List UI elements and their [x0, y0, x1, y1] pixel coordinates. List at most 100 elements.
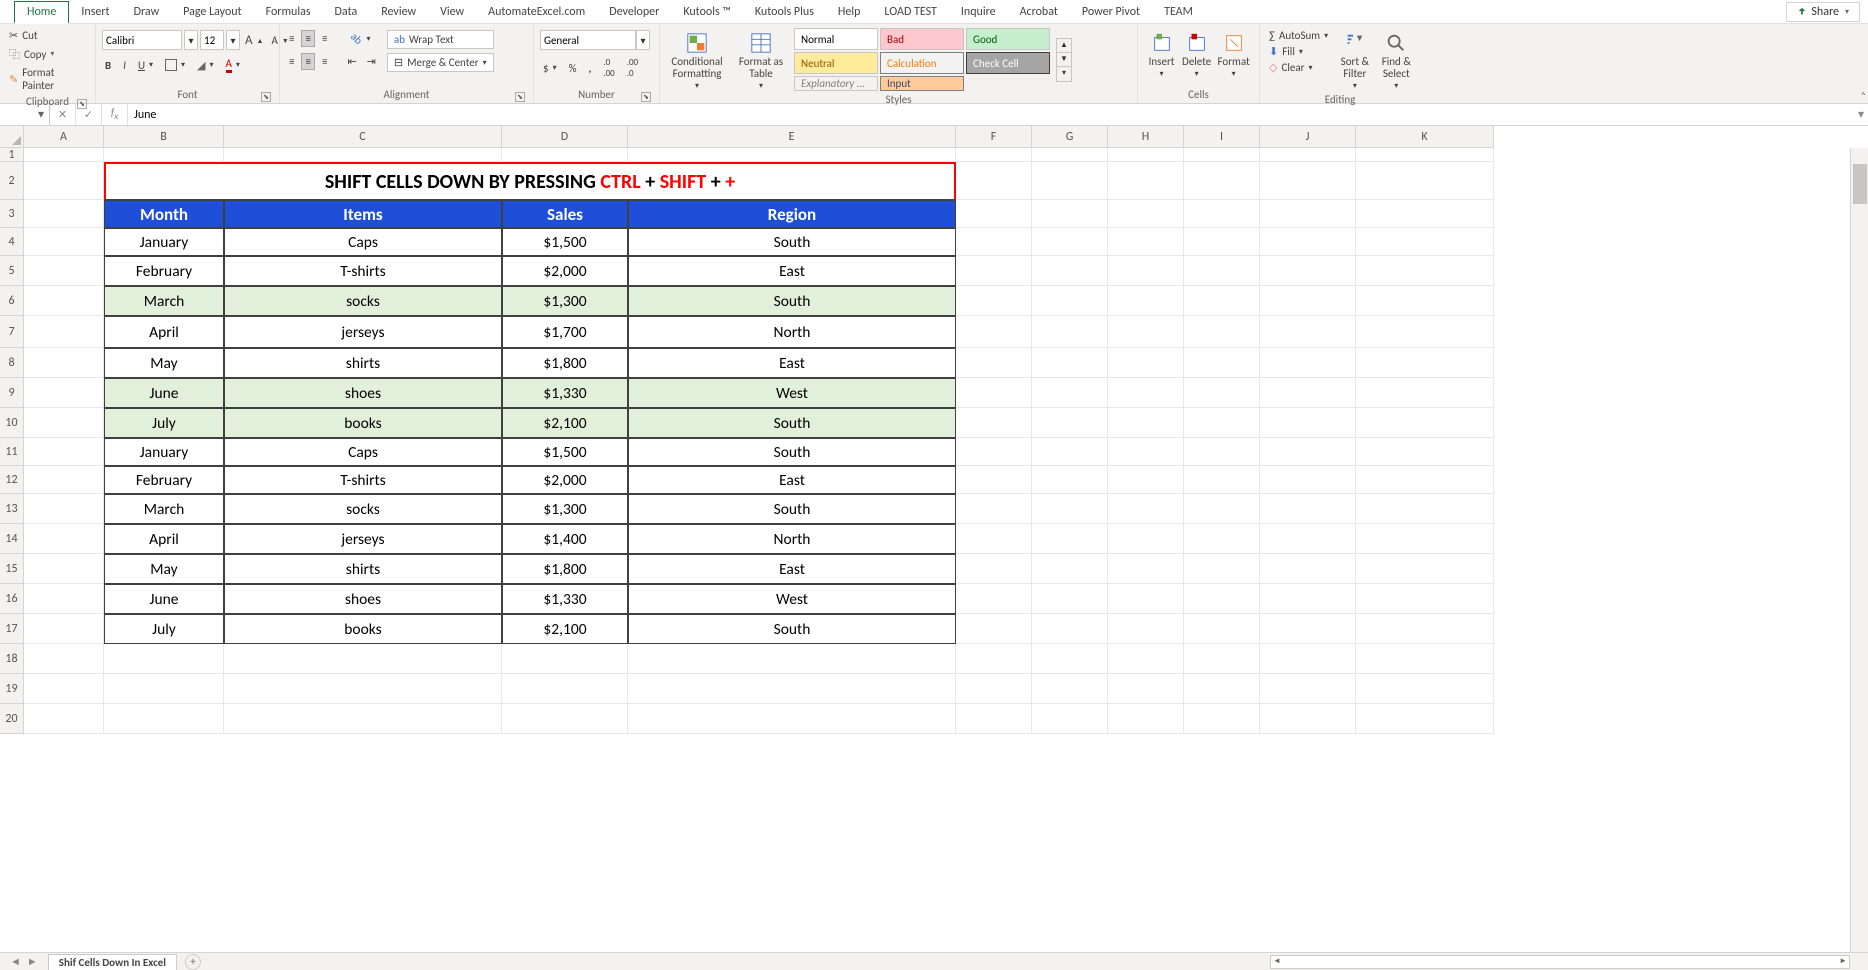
- cell-H5[interactable]: [1108, 256, 1184, 286]
- cell-A17[interactable]: [24, 614, 104, 644]
- cell-F12[interactable]: [956, 466, 1032, 494]
- cell-F18[interactable]: [956, 644, 1032, 674]
- row-header-4[interactable]: 4: [0, 228, 23, 256]
- worksheet-grid[interactable]: ABCDEFGHIJK 1234567891011121314151617181…: [0, 126, 1868, 941]
- data-cell[interactable]: Caps: [224, 438, 502, 466]
- cell-I1[interactable]: [1184, 148, 1260, 162]
- cell-H13[interactable]: [1108, 494, 1184, 524]
- alignment-dialog-launcher[interactable]: ⬊: [515, 92, 525, 102]
- cell-H19[interactable]: [1108, 674, 1184, 704]
- share-button[interactable]: Share▾: [1786, 2, 1860, 22]
- col-header-D[interactable]: D: [502, 126, 628, 147]
- sort-filter-button[interactable]: Sort & Filter▾: [1337, 28, 1372, 91]
- copy-button[interactable]: ⿻Copy ▾: [6, 45, 57, 63]
- data-cell[interactable]: books: [224, 614, 502, 644]
- cell-J20[interactable]: [1260, 704, 1356, 734]
- data-cell[interactable]: South: [628, 614, 956, 644]
- cell-I18[interactable]: [1184, 644, 1260, 674]
- tab-help[interactable]: Help: [826, 2, 873, 22]
- row-headers[interactable]: 1234567891011121314151617181920: [0, 148, 24, 734]
- increase-font-button[interactable]: A▲: [242, 32, 266, 49]
- cell-H1[interactable]: [1108, 148, 1184, 162]
- tab-inquire[interactable]: Inquire: [949, 2, 1008, 22]
- col-header-I[interactable]: I: [1184, 126, 1260, 147]
- cell-K10[interactable]: [1356, 408, 1494, 438]
- tab-view[interactable]: View: [428, 2, 476, 22]
- data-cell[interactable]: $1,500: [502, 438, 628, 466]
- clear-button[interactable]: ◇Clear▾: [1266, 60, 1331, 75]
- cell-G13[interactable]: [1032, 494, 1108, 524]
- font-size-dropdown[interactable]: ▾: [226, 30, 240, 50]
- cell-G7[interactable]: [1032, 316, 1108, 348]
- tab-formulas[interactable]: Formulas: [254, 2, 323, 22]
- format-cells-button[interactable]: Format▾: [1214, 28, 1253, 79]
- cell-B1[interactable]: [104, 148, 224, 162]
- col-header-B[interactable]: B: [104, 126, 224, 147]
- tab-home[interactable]: Home: [14, 1, 69, 24]
- collapse-ribbon-button[interactable]: ˄: [1861, 89, 1866, 102]
- row-header-1[interactable]: 1: [0, 148, 23, 162]
- cell-K16[interactable]: [1356, 584, 1494, 614]
- gallery-up-icon[interactable]: ▲: [1057, 39, 1071, 53]
- style-calculation[interactable]: Calculation: [880, 52, 964, 74]
- data-cell[interactable]: jerseys: [224, 524, 502, 554]
- number-format-dropdown[interactable]: ▾: [636, 30, 650, 50]
- cell-G2[interactable]: [1032, 162, 1108, 200]
- cell-I16[interactable]: [1184, 584, 1260, 614]
- data-cell[interactable]: $2,000: [502, 256, 628, 286]
- align-bottom-button[interactable]: ≡: [319, 30, 330, 47]
- find-select-button[interactable]: Find & Select▾: [1379, 28, 1414, 91]
- wrap-text-button[interactable]: ab Wrap Text: [387, 30, 494, 49]
- data-cell[interactable]: socks: [224, 494, 502, 524]
- cell-G3[interactable]: [1032, 200, 1108, 228]
- increase-decimal-button[interactable]: .0.00: [600, 56, 617, 80]
- delete-cells-button[interactable]: Delete▾: [1179, 28, 1214, 79]
- number-format-input[interactable]: [540, 30, 636, 50]
- cell-A1[interactable]: [24, 148, 104, 162]
- percent-button[interactable]: %: [566, 61, 580, 76]
- row-header-17[interactable]: 17: [0, 614, 23, 644]
- row-header-18[interactable]: 18: [0, 644, 23, 674]
- tab-insert[interactable]: Insert: [69, 2, 121, 22]
- styles-gallery-nav[interactable]: ▲ ▼ ▾: [1056, 38, 1072, 82]
- cell-B20[interactable]: [104, 704, 224, 734]
- vertical-scrollbar[interactable]: [1850, 148, 1868, 952]
- data-cell[interactable]: May: [104, 554, 224, 584]
- align-right-button[interactable]: ≡: [319, 53, 330, 70]
- header-month[interactable]: Month: [104, 200, 224, 228]
- format-as-table-button[interactable]: Format as Table▾: [734, 28, 788, 91]
- data-cell[interactable]: West: [628, 584, 956, 614]
- data-cell[interactable]: $1,800: [502, 554, 628, 584]
- cell-H20[interactable]: [1108, 704, 1184, 734]
- cell-A20[interactable]: [24, 704, 104, 734]
- cell-J2[interactable]: [1260, 162, 1356, 200]
- cell-J3[interactable]: [1260, 200, 1356, 228]
- row-header-15[interactable]: 15: [0, 554, 23, 584]
- style-bad[interactable]: Bad: [880, 28, 964, 50]
- cell-J14[interactable]: [1260, 524, 1356, 554]
- cell-A18[interactable]: [24, 644, 104, 674]
- column-headers[interactable]: ABCDEFGHIJK: [24, 126, 1494, 148]
- cell-H2[interactable]: [1108, 162, 1184, 200]
- cell-G20[interactable]: [1032, 704, 1108, 734]
- data-cell[interactable]: South: [628, 228, 956, 256]
- font-dialog-launcher[interactable]: ⬊: [261, 92, 271, 102]
- data-cell[interactable]: East: [628, 554, 956, 584]
- cell-I7[interactable]: [1184, 316, 1260, 348]
- cell-B18[interactable]: [104, 644, 224, 674]
- cell-I3[interactable]: [1184, 200, 1260, 228]
- cell-F14[interactable]: [956, 524, 1032, 554]
- col-header-A[interactable]: A: [24, 126, 104, 147]
- row-header-19[interactable]: 19: [0, 674, 23, 704]
- cell-K13[interactable]: [1356, 494, 1494, 524]
- cell-G16[interactable]: [1032, 584, 1108, 614]
- cell-A16[interactable]: [24, 584, 104, 614]
- row-header-7[interactable]: 7: [0, 316, 23, 348]
- cell-I20[interactable]: [1184, 704, 1260, 734]
- cell-C19[interactable]: [224, 674, 502, 704]
- font-name-input[interactable]: [102, 30, 182, 50]
- cell-K2[interactable]: [1356, 162, 1494, 200]
- data-cell[interactable]: East: [628, 466, 956, 494]
- cell-J13[interactable]: [1260, 494, 1356, 524]
- autosum-button[interactable]: ∑AutoSum▾: [1266, 28, 1331, 43]
